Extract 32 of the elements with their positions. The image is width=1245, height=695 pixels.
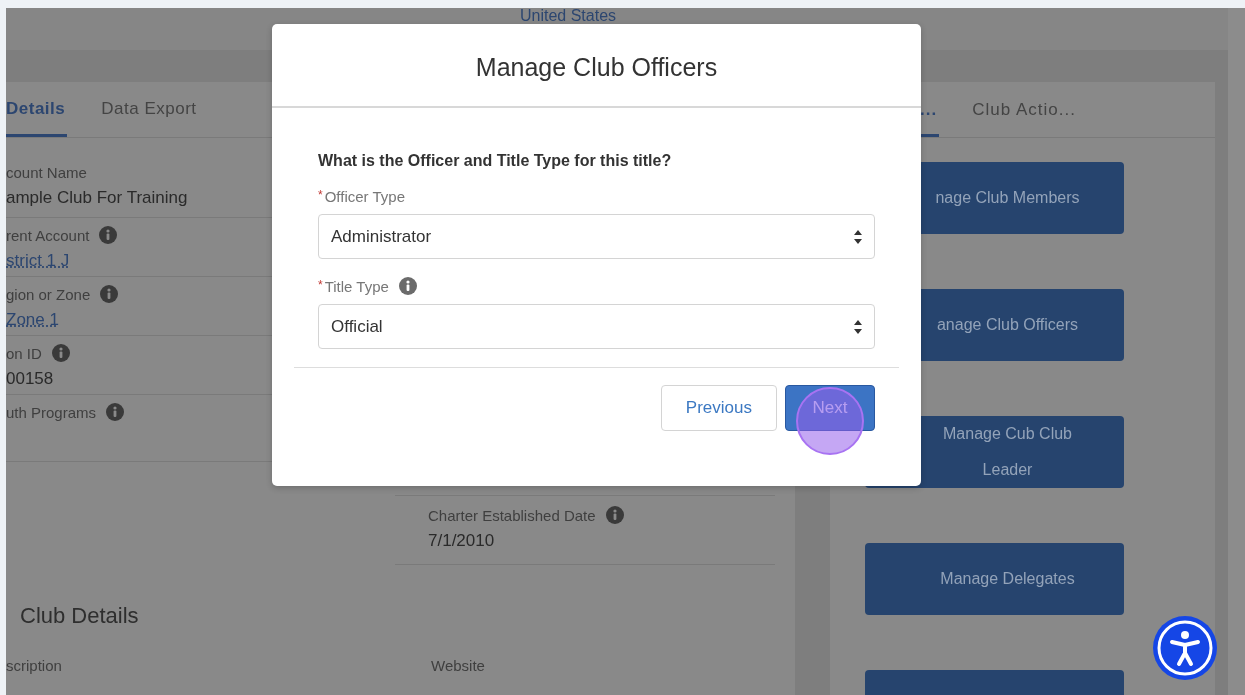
country-text: United States bbox=[520, 8, 617, 24]
required-mark: * bbox=[318, 188, 323, 202]
dialog-question: What is the Officer and Title Type for this title? bbox=[318, 152, 672, 170]
field-label: Website bbox=[431, 657, 485, 674]
select-field[interactable]: Administrator bbox=[318, 214, 875, 259]
field-label: Officer Type bbox=[324, 188, 405, 205]
select-field[interactable]: Official bbox=[318, 304, 875, 349]
up-down-icon bbox=[854, 229, 862, 244]
field-link[interactable]: Zone 1 bbox=[6, 310, 59, 330]
previous-button[interactable]: Previous bbox=[660, 385, 777, 431]
field-label: Charter Established Date bbox=[428, 507, 596, 524]
field-label: uth Programs bbox=[6, 404, 97, 421]
action-button[interactable]: Manage Delegates bbox=[865, 543, 1124, 615]
next-button[interactable]: Next bbox=[785, 385, 875, 431]
field-label: count Name bbox=[6, 164, 87, 181]
action-tab[interactable]: Club Actio... bbox=[972, 82, 1078, 137]
field-value: 7/1/2010 bbox=[428, 531, 495, 551]
field-label: on ID bbox=[6, 345, 42, 362]
field-label: rent Account bbox=[6, 227, 90, 244]
field-label: gion or Zone bbox=[6, 286, 91, 303]
field-value: 00158 bbox=[6, 369, 54, 389]
section-heading: Club Details bbox=[20, 603, 139, 629]
dialog-title: Manage Club Officers bbox=[475, 51, 718, 82]
record-tab[interactable]: Details bbox=[6, 82, 68, 137]
field-label: Title Type bbox=[324, 278, 389, 295]
up-down-icon bbox=[854, 319, 862, 334]
field-link[interactable]: strict 1 J bbox=[6, 251, 70, 271]
required-mark: * bbox=[318, 278, 323, 292]
record-tab[interactable]: Data Export bbox=[101, 82, 199, 137]
field-value: ample Club For Training bbox=[6, 188, 188, 208]
accessibility-icon[interactable] bbox=[1153, 616, 1217, 680]
field-label: scription bbox=[6, 657, 63, 674]
